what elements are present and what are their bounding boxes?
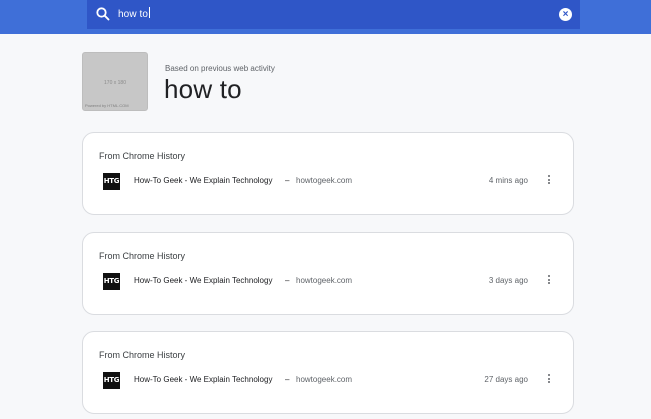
domain-text: howtogeek.com bbox=[296, 375, 353, 384]
card-header: From Chrome History bbox=[99, 251, 186, 261]
domain-text: howtogeek.com bbox=[296, 176, 353, 185]
close-circle-icon[interactable]: × bbox=[559, 8, 572, 21]
top-bar: how to × bbox=[0, 0, 651, 34]
timestamp: 27 days ago bbox=[484, 375, 528, 384]
site-logo: HTG bbox=[103, 273, 120, 290]
search-input[interactable]: how to bbox=[118, 7, 151, 20]
separator: – bbox=[285, 276, 290, 285]
card-header: From Chrome History bbox=[99, 151, 186, 161]
site-logo: HTG bbox=[103, 173, 120, 190]
search-box[interactable]: how to × bbox=[87, 0, 580, 29]
site-logo: HTG bbox=[103, 372, 120, 389]
timestamp: 3 days ago bbox=[488, 276, 528, 285]
history-link[interactable]: How-To Geek - We Explain Technology bbox=[134, 276, 272, 285]
history-card: From Chrome History HTG How-To Geek - We… bbox=[82, 132, 574, 215]
separator: – bbox=[285, 375, 290, 384]
card-header: From Chrome History bbox=[99, 350, 186, 360]
history-link[interactable]: How-To Geek - We Explain Technology bbox=[134, 375, 272, 384]
thumbnail-dimensions: 170 x 180 bbox=[104, 80, 126, 86]
history-card: From Chrome History HTG How-To Geek - We… bbox=[82, 232, 574, 315]
more-vert-icon[interactable] bbox=[546, 374, 552, 386]
activity-label: Based on previous web activity bbox=[165, 64, 275, 73]
history-card: From Chrome History HTG How-To Geek - We… bbox=[82, 331, 574, 414]
more-vert-icon[interactable] bbox=[546, 275, 552, 287]
thumbnail-credit: Powered by HTML.COM bbox=[85, 103, 129, 108]
separator: – bbox=[285, 176, 290, 185]
text-caret bbox=[149, 7, 151, 18]
more-vert-icon[interactable] bbox=[546, 175, 552, 187]
page-title: how to bbox=[164, 74, 242, 104]
domain-text: howtogeek.com bbox=[296, 276, 353, 285]
search-icon[interactable] bbox=[95, 6, 111, 22]
result-thumbnail: 170 x 180 Powered by HTML.COM bbox=[82, 52, 148, 111]
history-link[interactable]: How-To Geek - We Explain Technology bbox=[134, 176, 272, 185]
search-query: how to bbox=[118, 9, 149, 20]
timestamp: 4 mins ago bbox=[488, 176, 528, 185]
